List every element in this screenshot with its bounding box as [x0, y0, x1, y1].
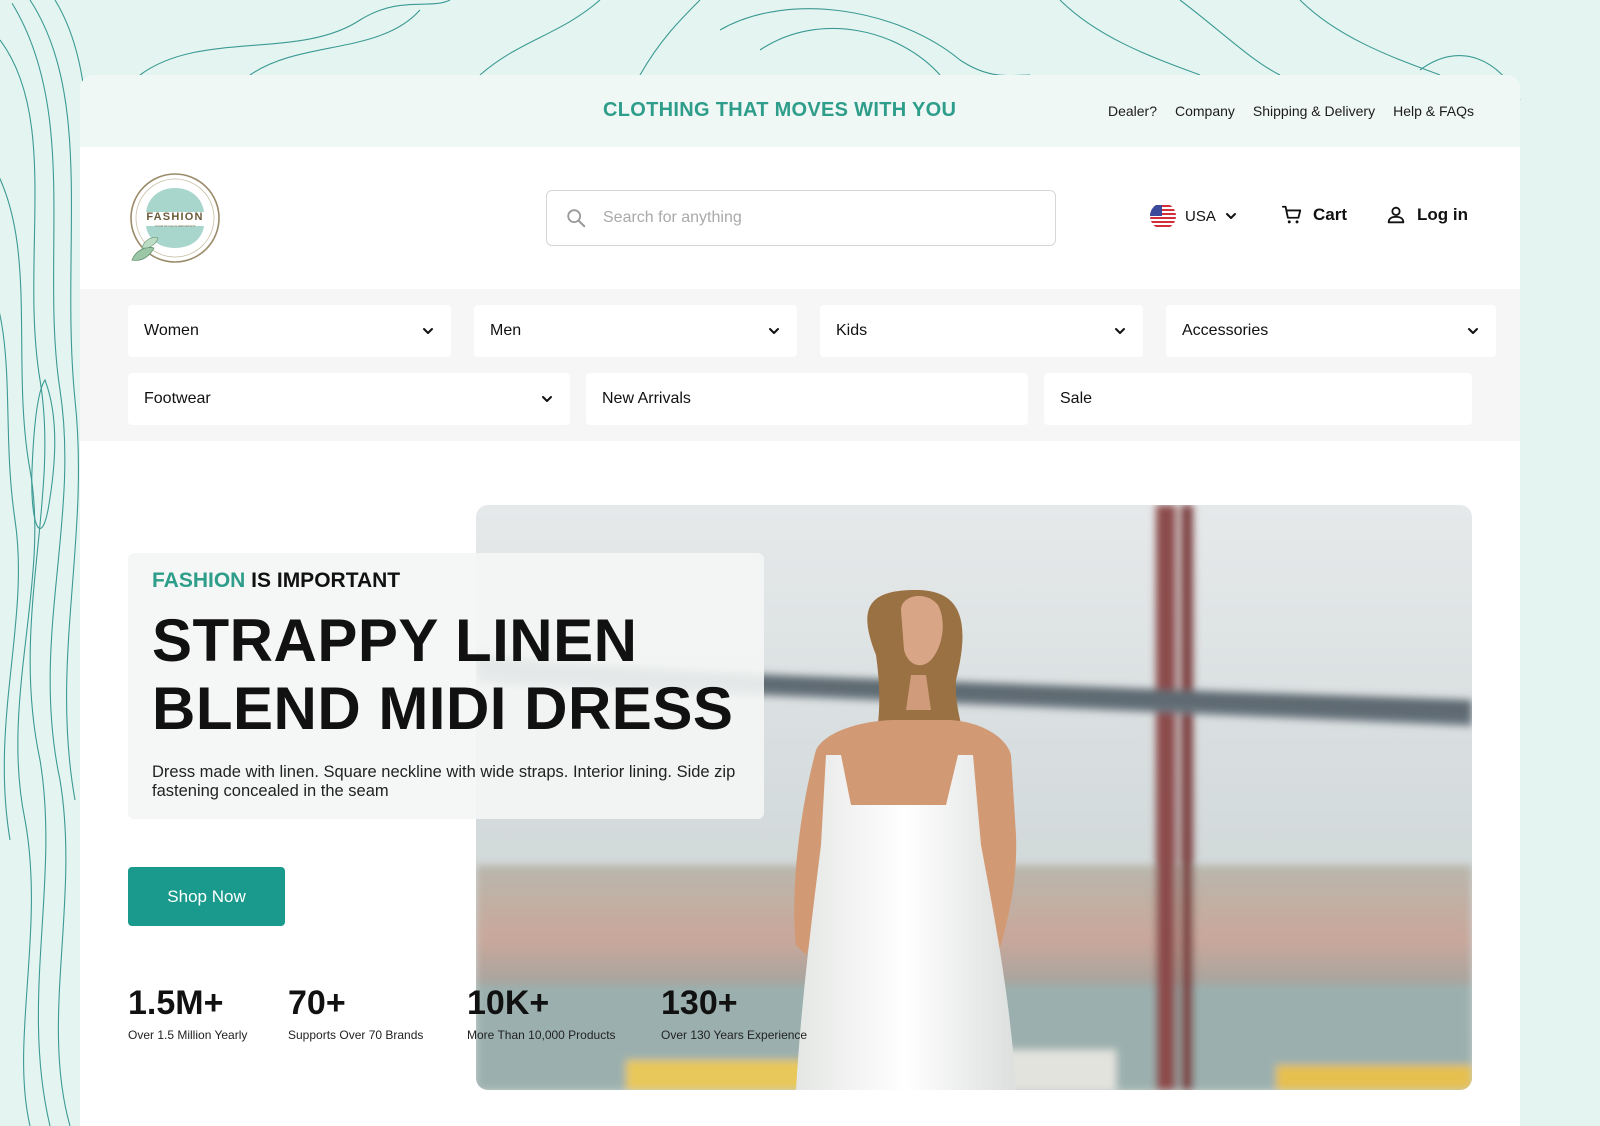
stat-label: Over 1.5 Million Yearly	[128, 1028, 248, 1042]
category-accessories[interactable]: Accessories	[1166, 305, 1496, 357]
search-input[interactable]	[603, 209, 1023, 227]
hero-title-line-2: BLEND MIDI DRESS	[152, 675, 734, 742]
tagline-accent: FASHION	[152, 569, 246, 592]
category-kids[interactable]: Kids	[820, 305, 1143, 357]
stat-label: More Than 10,000 Products	[467, 1028, 616, 1042]
country-selector[interactable]: USA	[1149, 205, 1238, 227]
chevron-down-icon	[769, 328, 779, 334]
login-button[interactable]: Log in	[1385, 204, 1468, 226]
category-label: Women	[144, 322, 199, 339]
us-flag-icon	[1150, 205, 1176, 227]
login-label: Log in	[1417, 205, 1468, 224]
stat-item: 130+ Over 130 Years Experience	[661, 984, 807, 1042]
hero-title: STRAPPY LINEN BLEND MIDI DRESS	[152, 607, 752, 743]
announcement-text: CLOTHING THAT MOVES WITH YOU	[603, 99, 957, 121]
chevron-down-icon	[1115, 328, 1125, 334]
stat-label: Over 130 Years Experience	[661, 1028, 808, 1042]
tagline-rest: IS IMPORTANT	[245, 569, 401, 592]
user-icon	[1387, 206, 1405, 224]
cart-icon	[1281, 205, 1302, 224]
hero-description: Dress made with linen. Square neckline w…	[152, 763, 736, 800]
cart-button[interactable]: Cart	[1281, 204, 1347, 226]
stat-value: 10K+	[467, 984, 550, 1022]
search-box[interactable]	[546, 190, 1056, 246]
category-men[interactable]: Men	[474, 305, 797, 357]
hero-text-card: FASHION IS IMPORTANT STRAPPY LINEN BLEND…	[128, 553, 764, 819]
category-label: Accessories	[1182, 322, 1269, 339]
announcement-bar: CLOTHING THAT MOVES WITH YOU Dealer? Com…	[80, 75, 1520, 147]
stat-value: 130+	[661, 984, 738, 1022]
shop-now-button[interactable]: Shop Now	[128, 867, 285, 926]
top-link-dealer[interactable]: Dealer?	[1108, 103, 1157, 119]
site-header: FASHION YOUR STYLE IS IMPORTANT Search f…	[80, 147, 1520, 289]
category-label: Sale	[1060, 390, 1093, 407]
chevron-down-icon	[1225, 213, 1236, 219]
hero-tagline: FASHION IS IMPORTANT	[152, 569, 400, 593]
stat-value: 70+	[288, 984, 346, 1022]
category-nav: Women Men Kids Accessories Footwear New …	[80, 289, 1520, 441]
top-link-company[interactable]: Company	[1175, 103, 1235, 119]
category-women[interactable]: Women	[128, 305, 451, 357]
hero-title-line-1: STRAPPY LINEN	[152, 607, 638, 674]
chevron-down-icon	[542, 396, 552, 402]
top-link-help[interactable]: Help & FAQs	[1393, 103, 1474, 119]
chevron-down-icon	[1468, 328, 1478, 334]
stat-item: 1.5M+ Over 1.5 Million Yearly	[128, 984, 247, 1042]
stat-label: Supports Over 70 Brands	[288, 1028, 424, 1042]
category-new-arrivals[interactable]: New Arrivals	[586, 373, 1028, 425]
storefront-page: CLOTHING THAT MOVES WITH YOU Dealer? Com…	[80, 75, 1520, 1126]
category-footwear[interactable]: Footwear	[128, 373, 570, 425]
fashion-logo[interactable]: FASHION YOUR STYLE IS IMPORTANT	[128, 172, 221, 265]
top-links: Dealer? Company Shipping & Delivery Help…	[1108, 103, 1474, 119]
svg-text:FASHION: FASHION	[146, 211, 203, 223]
category-sale[interactable]: Sale	[1044, 373, 1472, 425]
category-label: New Arrivals	[602, 390, 691, 407]
svg-text:YOUR STYLE IS IMPORTANT: YOUR STYLE IS IMPORTANT	[155, 224, 196, 228]
stat-item: 70+ Supports Over 70 Brands	[288, 984, 423, 1042]
search-icon	[567, 209, 586, 228]
stat-value: 1.5M+	[128, 984, 224, 1022]
category-label: Footwear	[144, 390, 211, 407]
stat-item: 10K+ More Than 10,000 Products	[467, 984, 616, 1042]
category-label: Men	[490, 322, 522, 339]
category-label: Kids	[836, 322, 868, 339]
cart-label: Cart	[1313, 205, 1348, 224]
chevron-down-icon	[423, 328, 433, 334]
country-label: USA	[1185, 207, 1216, 225]
top-link-shipping[interactable]: Shipping & Delivery	[1253, 103, 1375, 119]
